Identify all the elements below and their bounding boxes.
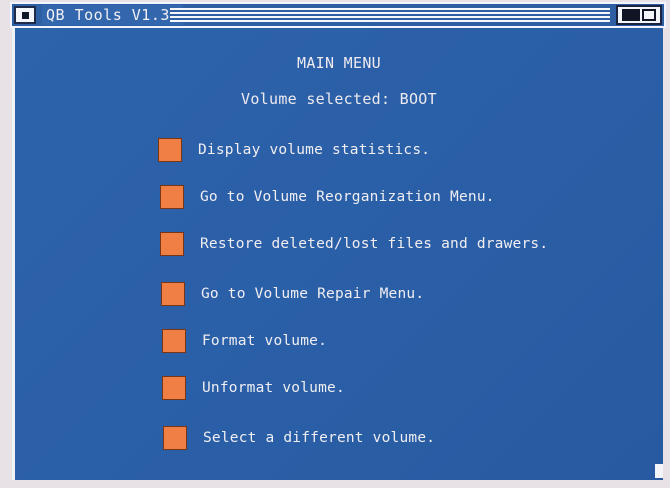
- menu-item-label: Go to Volume Reorganization Menu.: [200, 189, 495, 205]
- page-title: MAIN MENU: [297, 54, 381, 72]
- menu-button[interactable]: [163, 426, 187, 450]
- window-title: QB Tools V1.3d: [42, 5, 184, 25]
- menu-item-label: Select a different volume.: [203, 430, 436, 446]
- volume-selected-label: Volume selected: BOOT: [241, 90, 437, 108]
- menu-button[interactable]: [161, 282, 185, 306]
- menu-item-label: Unformat volume.: [202, 380, 345, 396]
- title-bar[interactable]: QB Tools V1.3d: [10, 2, 666, 28]
- close-icon[interactable]: [14, 6, 36, 24]
- menu-item-label: Go to Volume Repair Menu.: [201, 286, 425, 302]
- screen: QB Tools V1.3d MAIN MENU Volume selected…: [0, 0, 670, 488]
- menu-button[interactable]: [160, 185, 184, 209]
- depth-front-square: [642, 9, 656, 21]
- menu-item-label: Format volume.: [202, 333, 328, 349]
- menu-button[interactable]: [162, 376, 186, 400]
- menu-item-label: Restore deleted/lost files and drawers.: [200, 236, 549, 252]
- menu-button[interactable]: [162, 329, 186, 353]
- depth-arrange-icon[interactable]: [616, 5, 662, 25]
- depth-back-square: [622, 9, 640, 21]
- menu-button[interactable]: [158, 138, 182, 162]
- menu-button[interactable]: [160, 232, 184, 256]
- close-icon-dot: [22, 12, 29, 19]
- resize-icon[interactable]: [655, 464, 663, 478]
- title-bar-stripes: [170, 8, 610, 22]
- menu-item-label: Display volume statistics.: [198, 142, 431, 158]
- main-window: MAIN MENU Volume selected: BOOT Display …: [12, 28, 663, 480]
